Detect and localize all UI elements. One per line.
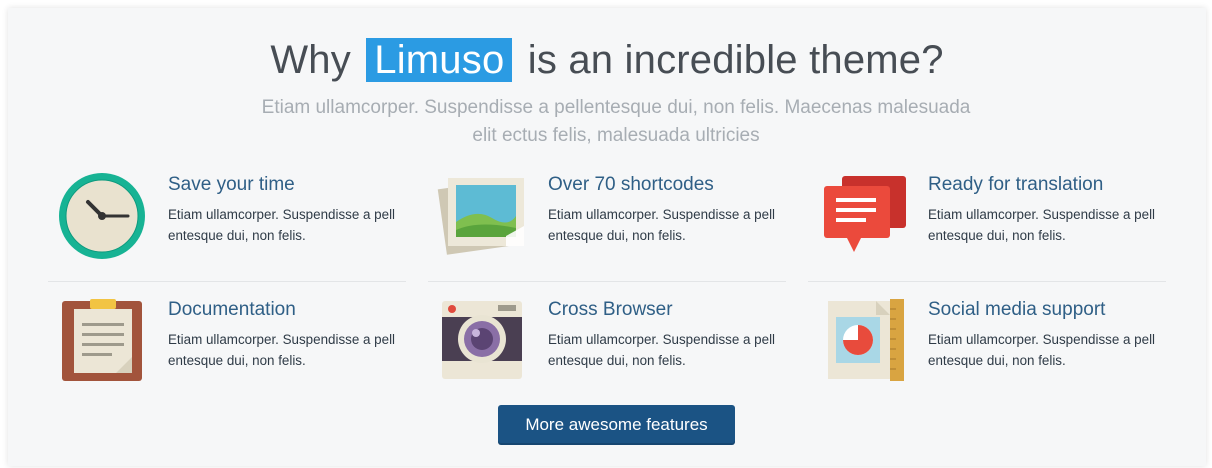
feature-shortcodes: Over 70 shortcodes Etiam ullamcorper. Su… [436,170,775,270]
feature-title: Save your time [168,174,295,195]
features-section: Why Limuso is an incredible theme? Etiam… [8,8,1206,466]
feature-description: Etiam ullamcorper. Suspendisse a pell en… [548,332,776,368]
feature-save-time: Save your time Etiam ullamcorper. Suspen… [56,170,395,270]
section-subtitle: Etiam ullamcorper. Suspendisse a pellent… [261,97,971,146]
feature-description: Etiam ullamcorper. Suspendisse a pell en… [548,207,776,243]
feature-description: Etiam ullamcorper. Suspendisse a pell en… [928,332,1156,368]
feature-documentation: Documentation Etiam ullamcorper. Suspend… [56,295,395,395]
feature-social-media: Social media support Etiam ullamcorper. … [816,295,1155,395]
speech-bubble-icon [816,170,916,260]
divider [48,281,406,282]
feature-cross-browser: Cross Browser Etiam ullamcorper. Suspend… [436,295,775,395]
clipboard-icon [56,295,156,385]
pie-chart-document-icon [816,295,916,385]
camera-icon [436,295,536,385]
feature-translation: Ready for translation Etiam ullamcorper.… [816,170,1155,270]
more-features-button[interactable]: More awesome features [498,405,735,445]
feature-title: Social media support [928,299,1106,320]
feature-description: Etiam ullamcorper. Suspendisse a pell en… [168,332,396,368]
section-heading: Why Limuso is an incredible theme? [8,38,1206,83]
feature-title: Over 70 shortcodes [548,174,714,195]
picture-icon [436,170,536,260]
heading-prefix: Why [270,38,351,82]
heading-highlight: Limuso [366,38,513,82]
heading-suffix: is an incredible theme? [527,38,944,82]
divider [428,281,786,282]
divider [808,281,1166,282]
feature-title: Ready for translation [928,174,1104,195]
feature-title: Documentation [168,299,296,320]
feature-title: Cross Browser [548,299,673,320]
feature-description: Etiam ullamcorper. Suspendisse a pell en… [928,207,1156,243]
clock-icon [56,170,156,260]
feature-description: Etiam ullamcorper. Suspendisse a pell en… [168,207,396,243]
